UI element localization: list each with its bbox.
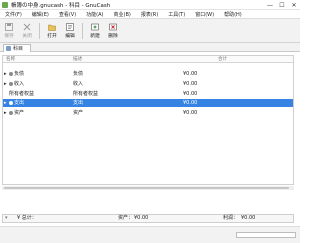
account-icon — [9, 81, 13, 86]
close-label: 关闭 — [22, 34, 32, 39]
summary-assets-label: 资产： — [118, 215, 134, 221]
summary-total-label: ¥ 总计： — [17, 215, 37, 221]
open-label: 打开 — [47, 34, 57, 39]
menu-view[interactable]: 查看(V) — [54, 11, 81, 18]
tab-label: 科目 — [13, 46, 24, 52]
account-total: ¥0.00 — [183, 110, 198, 116]
account-description: 收入 — [73, 81, 84, 87]
progress-bar — [236, 232, 296, 238]
account-tree: 名称 描述 合计 ▸ 负债 负债 ¥0.00 ▸ 收入 收入 ¥0.00 所有者… — [2, 55, 294, 185]
toolbar: 保存 关闭 打开 编辑 新建 删除 — [0, 19, 300, 43]
menu-tools[interactable]: 工具(T) — [163, 11, 190, 18]
toolbar-separator — [39, 23, 40, 39]
account-name: 支出 — [9, 99, 24, 107]
menu-help[interactable]: 帮助(H) — [219, 11, 247, 18]
edit-button[interactable]: 编辑 — [61, 20, 79, 42]
accounts-tab-icon — [6, 46, 11, 51]
account-row-equity[interactable]: 所有者权益 所有者权益 ¥0.00 — [3, 90, 293, 98]
account-description: 负债 — [73, 71, 84, 77]
summary-toggle-icon[interactable]: ▾ — [5, 216, 10, 221]
account-name: 资产 — [9, 109, 24, 117]
maximize-button[interactable]: ☐ — [276, 0, 288, 10]
scrollbar-thumb[interactable] — [4, 187, 289, 189]
summary-profit-value: ¥0.00 — [241, 215, 256, 221]
column-header-row: 名称 描述 合计 — [3, 56, 293, 63]
account-row-assets[interactable]: ▸ 资产 资产 ¥0.00 — [3, 109, 293, 117]
new-account-button[interactable]: 新建 — [86, 20, 104, 42]
toolbar-separator — [82, 23, 83, 39]
edit-icon — [66, 22, 75, 31]
window-controls: — ☐ ✕ — [264, 0, 300, 10]
expand-arrow-icon[interactable]: ▸ — [4, 70, 7, 78]
account-row-expenses[interactable]: ▸ 支出 支出 ¥0.00 — [3, 99, 293, 107]
account-name: 所有者权益 — [9, 91, 35, 97]
account-row-income[interactable]: ▸ 收入 收入 ¥0.00 — [3, 80, 293, 88]
close-button[interactable]: 关闭 — [18, 20, 36, 42]
column-header-description[interactable]: 描述 — [73, 56, 82, 63]
menu-bar: 文件(F) 编辑(E) 查看(V) 功能(A) 商业(B) 报表(R) 工具(T… — [0, 10, 300, 19]
menu-edit[interactable]: 编辑(E) — [27, 11, 54, 18]
menu-reports[interactable]: 报表(R) — [136, 11, 163, 18]
save-label: 保存 — [4, 34, 14, 39]
expand-arrow-icon[interactable]: ▸ — [4, 99, 7, 107]
menu-actions[interactable]: 功能(A) — [81, 11, 108, 18]
account-total: ¥0.00 — [183, 81, 198, 87]
status-bar — [0, 226, 300, 243]
close-window-button[interactable]: ✕ — [288, 0, 300, 10]
account-name: 收入 — [9, 80, 24, 88]
tab-bar: 科目 — [0, 43, 300, 52]
account-description: 支出 — [73, 100, 84, 106]
edit-label: 编辑 — [65, 34, 75, 39]
account-icon — [9, 100, 13, 105]
open-icon — [48, 22, 57, 31]
account-total: ¥0.00 — [183, 100, 198, 106]
new-account-label: 新建 — [90, 34, 100, 39]
delete-account-button[interactable]: 删除 — [104, 20, 122, 42]
column-header-total[interactable]: 合计 — [218, 56, 227, 63]
gnucash-app-icon — [2, 1, 8, 8]
summary-bar: ▾ ¥ 总计： 资产： ¥0.00 利润： ¥0.00 — [2, 214, 294, 223]
close-icon — [23, 22, 32, 31]
summary-profit-label: 利润： — [223, 215, 239, 221]
account-icon — [9, 110, 13, 115]
expand-arrow-icon[interactable]: ▸ — [4, 109, 7, 117]
menu-windows[interactable]: 窗口(W) — [190, 11, 219, 18]
account-total: ¥0.00 — [183, 91, 198, 97]
save-icon — [5, 22, 14, 31]
delete-account-label: 删除 — [108, 34, 118, 39]
minimize-button[interactable]: — — [264, 0, 276, 10]
window-titlebar: 帳簿の中身.gnucash - 科目 - GnuCash — ☐ ✕ — [0, 0, 300, 10]
window-title: 帳簿の中身.gnucash - 科目 - GnuCash — [11, 2, 111, 9]
menu-file[interactable]: 文件(F) — [0, 11, 27, 18]
account-name: 负债 — [9, 70, 24, 78]
account-description: 资产 — [73, 110, 84, 116]
account-total: ¥0.00 — [183, 71, 198, 77]
open-button[interactable]: 打开 — [43, 20, 61, 42]
account-row-liabilities[interactable]: ▸ 负债 负债 ¥0.00 — [3, 70, 293, 78]
account-icon — [9, 71, 13, 76]
tab-accounts[interactable]: 科目 — [3, 44, 31, 52]
column-header-name[interactable]: 名称 — [6, 56, 15, 63]
horizontal-scrollbar[interactable] — [2, 186, 294, 190]
new-account-icon — [91, 22, 100, 31]
menu-business[interactable]: 商业(B) — [109, 11, 136, 18]
account-description: 所有者权益 — [73, 91, 99, 97]
expand-arrow-icon[interactable]: ▸ — [4, 80, 7, 88]
delete-icon — [109, 22, 118, 31]
summary-assets-value: ¥0.00 — [134, 215, 149, 221]
save-button[interactable]: 保存 — [0, 20, 18, 42]
